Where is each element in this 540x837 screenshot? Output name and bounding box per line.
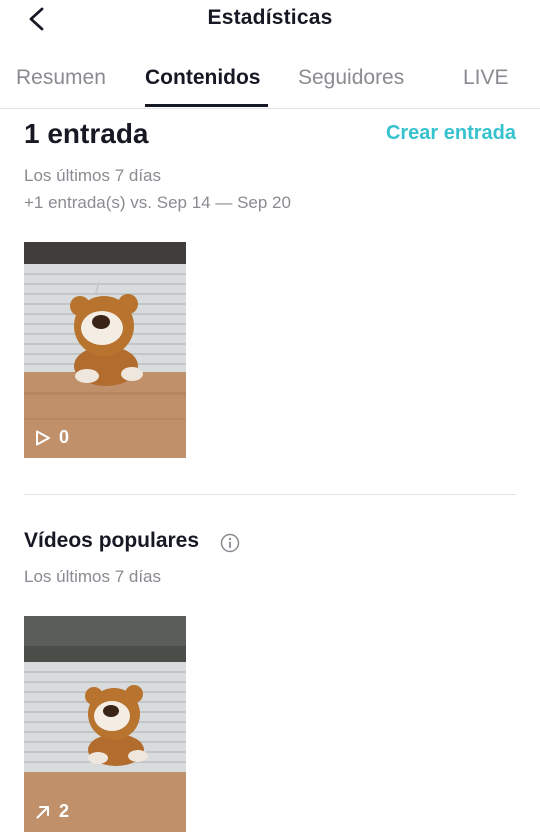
popular-video-thumbnail[interactable]: 2 [24,616,186,832]
entries-count-title: 1 entrada [24,118,149,149]
play-icon [36,430,50,445]
teddy-bear-image [24,616,186,832]
tab-resumen[interactable]: Resumen [16,66,106,90]
tab-seguidores[interactable]: Seguidores [298,66,404,90]
section-divider [24,494,516,495]
teddy-bear-image [24,242,186,458]
tab-live[interactable]: LIVE [463,66,509,90]
entry-video-thumbnail[interactable]: 0 [24,242,186,458]
info-icon[interactable] [220,533,240,553]
views-stat: 0 [35,427,69,448]
tab-bar: Resumen Contenidos Seguidores LIVE [0,62,540,109]
popular-videos-title: Vídeos populares [24,529,200,552]
entries-period: Los últimos 7 días [24,166,162,185]
trending-stat: 2 [35,801,69,822]
page-title: Estadísticas [207,6,333,29]
tab-contenidos[interactable]: Contenidos [145,66,261,90]
popular-period: Los últimos 7 días [24,567,162,586]
create-entry-link[interactable]: Crear entrada [386,122,516,145]
trending-arrow-icon [36,805,49,818]
entries-comparison: +1 entrada(s) vs. Sep 14 — Sep 20 [24,193,291,212]
views-count: 0 [59,427,70,447]
trending-count: 2 [59,801,70,821]
header-bar: Estadísticas [0,0,540,38]
active-tab-indicator [145,104,268,107]
